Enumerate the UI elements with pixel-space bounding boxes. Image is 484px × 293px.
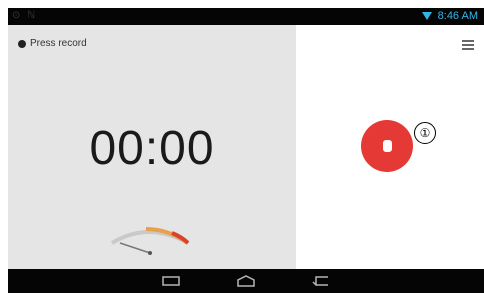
status-bar: ⊙ ℕ 8:46 AM [8, 8, 484, 25]
status-time: 8:46 AM [437, 10, 478, 22]
home-icon[interactable] [236, 275, 256, 287]
record-status: Press record [18, 38, 87, 49]
mic-icon [382, 140, 392, 152]
status-label: Press record [30, 38, 87, 49]
navigation-bar [8, 269, 484, 293]
recents-icon[interactable] [162, 276, 180, 286]
gauge-needle [119, 242, 151, 254]
status-right: 8:46 AM [421, 10, 478, 22]
timer-display: 00:00 [89, 122, 215, 175]
notification-icons: ⊙ ℕ [12, 10, 38, 21]
record-button[interactable] [361, 120, 413, 172]
annotation-callout: ① [414, 122, 436, 144]
gauge-pivot [148, 251, 152, 255]
back-icon[interactable] [312, 275, 330, 287]
status-dot-icon [18, 39, 26, 48]
menu-icon[interactable] [462, 40, 474, 52]
recorder-pane: Press record 00:00 [8, 25, 296, 269]
wifi-icon [421, 12, 432, 20]
